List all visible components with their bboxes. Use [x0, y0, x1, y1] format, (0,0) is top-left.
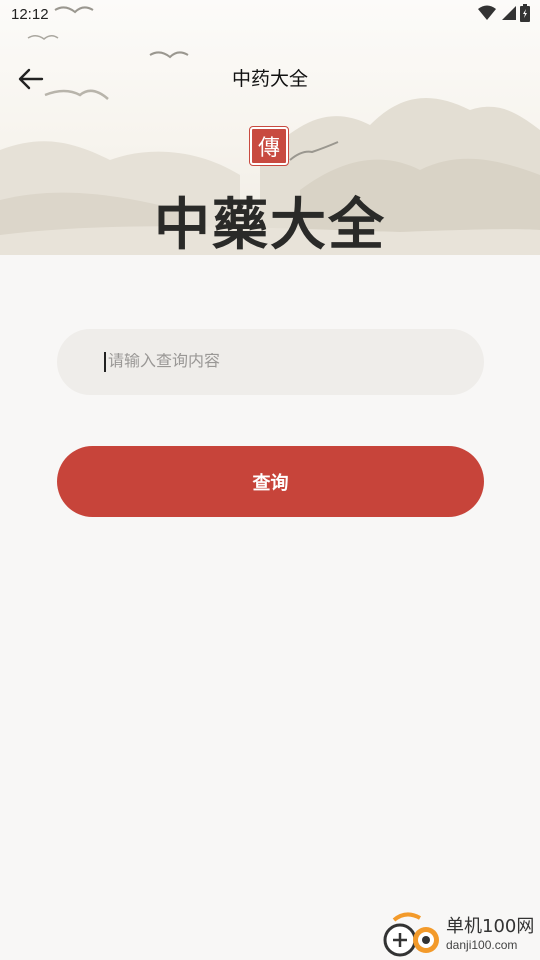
page-title: 中药大全	[231, 69, 308, 90]
status-bar: 12:12	[0, 0, 540, 32]
status-icons	[478, 4, 530, 26]
signal-icon	[500, 5, 516, 25]
seal-stamp: 傳	[249, 126, 289, 166]
watermark-logo-icon	[380, 908, 444, 960]
banner-header: 12:12 中药大全 傳 中藥大全	[0, 0, 540, 255]
watermark-url: danji100.com	[446, 938, 518, 952]
search-input[interactable]	[108, 353, 484, 371]
watermark-text: 单机100网 danji100.com	[446, 916, 534, 952]
banner-title: 中藥大全	[154, 192, 386, 255]
wifi-icon	[478, 5, 496, 25]
watermark-name: 单机100网	[446, 916, 535, 937]
search-field[interactable]	[57, 329, 484, 395]
query-button[interactable]: 查询	[57, 446, 484, 517]
battery-icon	[520, 4, 530, 26]
watermark: 单机100网 danji100.com	[380, 908, 540, 960]
text-caret	[104, 352, 106, 372]
status-time: 12:12	[11, 6, 49, 23]
